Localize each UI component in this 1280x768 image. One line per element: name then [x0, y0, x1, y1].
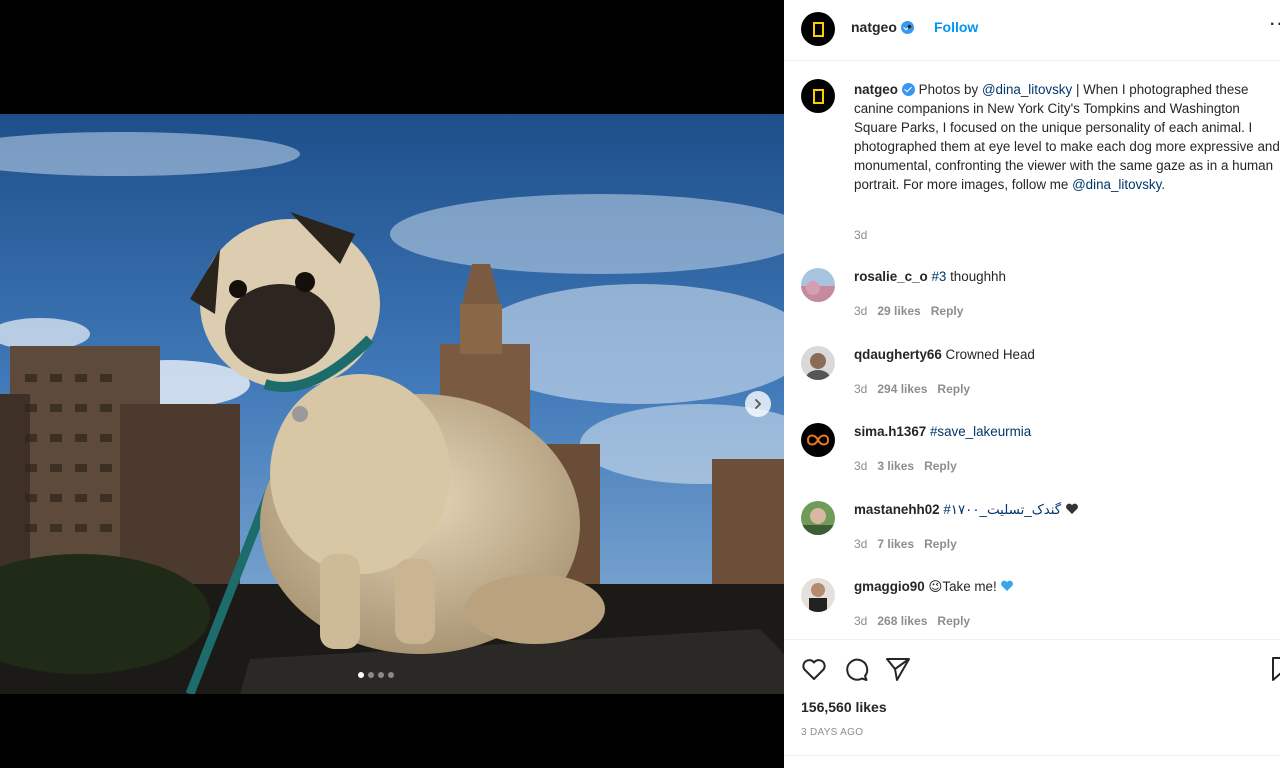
comment-meta: 3d 294 likes Reply	[854, 382, 980, 396]
comment-username[interactable]: qdaugherty66	[854, 347, 942, 362]
author-username[interactable]: natgeo	[851, 19, 914, 35]
post-media	[0, 0, 784, 768]
comment-icon[interactable]	[841, 654, 871, 684]
post-side-panel: natgeo • Follow ··· natgeo Photos by @di…	[784, 0, 1280, 768]
reply-button[interactable]: Reply	[924, 459, 957, 473]
reply-button[interactable]: Reply	[937, 614, 970, 628]
comment-time[interactable]: 3d	[854, 382, 867, 396]
comment-text: mastanehh02 #۱۷۰۰_گندک_تسلیت	[854, 502, 1079, 518]
comment-item: mastanehh02 #۱۷۰۰_گندک_تسلیت 3d 7 likes Re…	[784, 501, 1280, 571]
blue-heart-icon	[1001, 580, 1014, 591]
reply-button[interactable]: Reply	[924, 537, 957, 551]
comment-hashtag[interactable]: #3	[931, 269, 946, 284]
author-avatar[interactable]	[801, 12, 835, 46]
comment-meta: 3d 7 likes Reply	[854, 537, 967, 551]
comment-text: gmaggio90 😉Take me!	[854, 579, 1014, 595]
comment-likes[interactable]: 294 likes	[877, 382, 927, 396]
post-actions	[784, 652, 1280, 686]
commenter-avatar[interactable]	[801, 501, 835, 535]
comment-username[interactable]: gmaggio90	[854, 579, 925, 594]
post-timestamp[interactable]: 3 DAYS AGO	[801, 727, 863, 738]
comment-item: rosalie_c_o #3 thoughhh 3d 29 likes Reply	[784, 268, 1280, 338]
reply-button[interactable]: Reply	[937, 382, 970, 396]
chevron-right-icon	[755, 399, 762, 409]
caption-intro: Photos by	[918, 82, 979, 97]
comment-text: rosalie_c_o #3 thoughhh	[854, 269, 1006, 284]
comment-username[interactable]: rosalie_c_o	[854, 269, 928, 284]
caption-mention[interactable]: @dina_litovsky	[1072, 177, 1161, 192]
comment-body: thoughhh	[950, 269, 1006, 284]
header-separator: •	[907, 18, 912, 34]
comment-likes[interactable]: 3 likes	[877, 459, 914, 473]
caption-author-avatar[interactable]	[801, 79, 835, 113]
comment-item: gmaggio90 😉Take me! 3d 268 likes Reply	[784, 578, 1280, 648]
comment-item: qdaugherty66 Crowned Head 3d 294 likes Rep…	[784, 346, 1280, 416]
comment-text: qdaugherty66 Crowned Head	[854, 347, 1035, 362]
caption-author[interactable]: natgeo	[854, 82, 898, 97]
comment-time[interactable]: 3d	[854, 537, 867, 551]
comment-username[interactable]: mastanehh02	[854, 502, 940, 517]
bookmark-icon[interactable]	[1266, 654, 1280, 684]
comment-likes[interactable]: 29 likes	[877, 304, 920, 318]
comment-likes[interactable]: 268 likes	[877, 614, 927, 628]
carousel-dot	[368, 672, 374, 678]
carousel-dot	[358, 672, 364, 678]
follow-button[interactable]: Follow	[934, 19, 978, 35]
caption-end: .	[1161, 177, 1166, 192]
commenter-avatar[interactable]	[801, 423, 835, 457]
verified-badge-icon	[901, 83, 915, 96]
comment-likes[interactable]: 7 likes	[877, 537, 914, 551]
carousel-dot	[388, 672, 394, 678]
carousel-dot	[378, 672, 384, 678]
natgeo-logo-icon	[812, 88, 824, 104]
comment-hashtag[interactable]: #۱۷۰۰_گندک_تسلیت	[943, 502, 1061, 517]
post-header: natgeo • Follow ···	[784, 0, 1280, 61]
reply-button[interactable]: Reply	[931, 304, 964, 318]
next-slide-button[interactable]	[745, 391, 771, 417]
divider	[784, 755, 1280, 756]
share-icon[interactable]	[883, 654, 913, 684]
comment-meta: 3d 29 likes Reply	[854, 304, 973, 318]
commenter-avatar[interactable]	[801, 346, 835, 380]
black-heart-icon	[1065, 503, 1078, 514]
comment-time[interactable]: 3d	[854, 304, 867, 318]
comment-username[interactable]: sima.h1367	[854, 424, 926, 439]
caption-timestamp[interactable]: 3d	[854, 228, 867, 242]
caption-mention[interactable]: @dina_litovsky	[982, 82, 1072, 97]
comment-text: sima.h1367 #save_lakeurmia	[854, 424, 1031, 439]
comments-section[interactable]: natgeo Photos by @dina_litovsky | When I…	[784, 62, 1280, 640]
more-options-button[interactable]: ···	[1270, 16, 1280, 34]
comment-item: sima.h1367 #save_lakeurmia 3d 3 likes Repl…	[784, 423, 1280, 493]
likes-count[interactable]: 156,560 likes	[801, 699, 887, 715]
natgeo-logo-icon	[812, 21, 824, 37]
comment-meta: 3d 268 likes Reply	[854, 614, 980, 628]
commenter-avatar[interactable]	[801, 268, 835, 302]
comment-body: Take me!	[942, 579, 997, 594]
comment-time[interactable]: 3d	[854, 614, 867, 628]
post-caption: natgeo Photos by @dina_litovsky | When I…	[854, 80, 1280, 194]
wink-emoji-icon: 😉	[928, 579, 943, 594]
heart-icon[interactable]	[799, 654, 829, 684]
caption-body: | When I photographed these canine compa…	[854, 82, 1280, 192]
comment-body: Crowned Head	[945, 347, 1035, 362]
carousel-indicator	[358, 672, 394, 678]
comment-time[interactable]: 3d	[854, 459, 867, 473]
post-photo	[0, 114, 784, 694]
comment-hashtag[interactable]: #save_lakeurmia	[930, 424, 1031, 439]
commenter-avatar[interactable]	[801, 578, 835, 612]
comment-meta: 3d 3 likes Reply	[854, 459, 967, 473]
